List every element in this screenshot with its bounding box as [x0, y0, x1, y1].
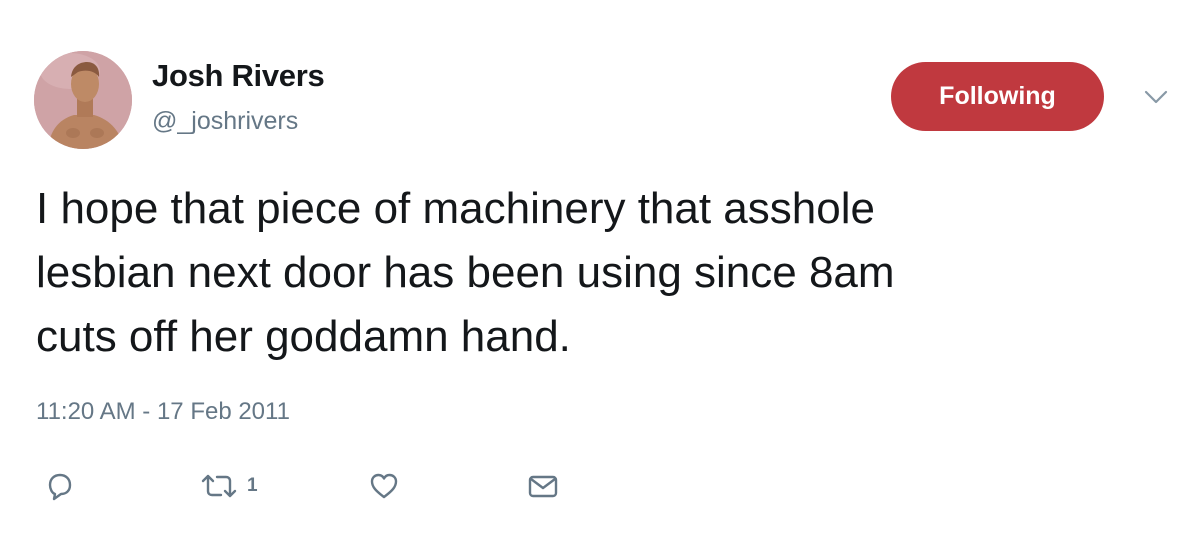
heart-icon [370, 473, 398, 499]
direct-message-button[interactable] [526, 469, 560, 503]
avatar[interactable] [34, 51, 132, 149]
reply-button[interactable] [42, 469, 76, 503]
reply-icon [48, 473, 72, 501]
tweet-card: Josh Rivers @_joshrivers Following I hop… [0, 0, 1194, 536]
chevron-down-icon[interactable] [1143, 88, 1169, 106]
display-name[interactable]: Josh Rivers [152, 58, 325, 94]
avatar-image [34, 51, 132, 149]
retweet-icon [201, 474, 237, 498]
retweet-button[interactable]: 1 [199, 469, 258, 503]
following-button[interactable]: Following [891, 62, 1104, 131]
tweet-text: I hope that piece of machinery that assh… [36, 184, 895, 361]
retweet-count: 1 [247, 475, 258, 496]
user-handle[interactable]: @_joshrivers [152, 107, 298, 136]
like-button[interactable] [367, 469, 401, 503]
envelope-icon [528, 475, 558, 498]
tweet-timestamp[interactable]: 11:20 AM - 17 Feb 2011 [36, 398, 290, 426]
